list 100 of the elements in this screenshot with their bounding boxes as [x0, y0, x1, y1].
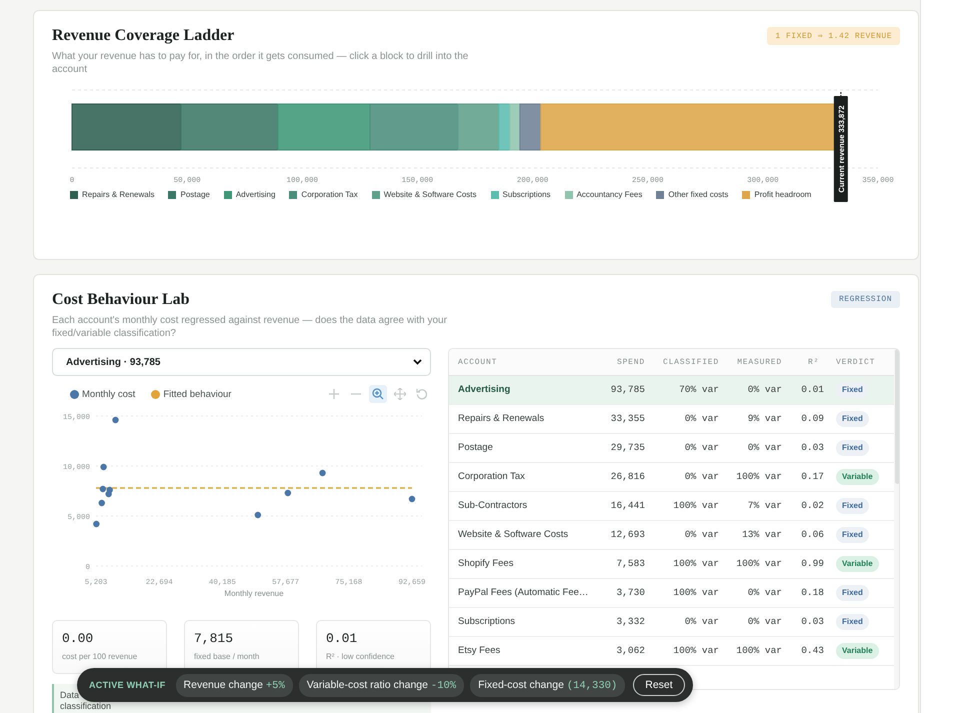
table-cell: 0% var	[649, 608, 723, 636]
table-cell: 3,062	[599, 636, 649, 666]
verdict-tag: Variable	[836, 643, 879, 659]
table-cell: 12,693	[599, 520, 649, 550]
table-cell: Subscriptions	[449, 608, 599, 636]
scenario-chip[interactable]: Variable-cost ratio change -10%	[298, 674, 464, 696]
data-point	[319, 470, 326, 476]
table-cell: 100% var	[649, 492, 723, 520]
table-cell: 0% var	[723, 434, 786, 462]
table-row[interactable]: Sub-Contractors 16,441 100% var 7% var 0.02 Fixed	[449, 492, 894, 520]
table-cell: PayPal Fees (Automatic Fee…	[449, 578, 599, 608]
table-cell: 70% var	[649, 376, 723, 404]
legend-label: Website & Software Costs	[384, 190, 477, 199]
verdict-tag: Fixed	[836, 614, 869, 630]
scenario-chip[interactable]: Revenue change +5%	[176, 674, 293, 696]
chart-tool-button[interactable]	[391, 385, 409, 403]
magnifier-icon	[372, 388, 384, 400]
verdict-tag: Variable	[836, 469, 879, 485]
legend-label: Advertising	[236, 190, 276, 199]
table-row[interactable]: Website & Software Costs 12,693 0% var 13% var 0.06 Fixed	[449, 520, 894, 550]
table-cell: 0.18	[786, 578, 828, 608]
table-cell: 16,441	[599, 492, 649, 520]
chart-tool-button[interactable]	[369, 385, 387, 403]
table-cell: 100% var	[723, 550, 786, 578]
stat-label: fixed base / month	[194, 652, 260, 661]
regression-badge: REGRESSION	[830, 291, 900, 308]
table-cell: 100% var	[723, 636, 786, 666]
card-title: Revenue Coverage Ladder	[52, 27, 236, 45]
table-cell: 0.43	[786, 636, 828, 666]
table-cell: 100% var	[649, 550, 723, 578]
table-cell: 93,785	[599, 376, 649, 404]
table-cell: 29,735	[599, 434, 649, 462]
ratio-badge: 1 FIXED ⇒ 1.42 REVENUE	[767, 27, 900, 45]
data-point	[408, 496, 416, 502]
column-header: VERDICT	[828, 349, 894, 376]
table-cell: Shopify Fees	[449, 550, 599, 578]
card-subtitle: What your revenue has to pay for, in the order it gets consumed — click a block to drill into the account	[52, 50, 470, 76]
legend-label: Repairs & Renewals	[82, 190, 154, 199]
table-cell: 100% var	[649, 578, 723, 608]
table-cell: 0.01	[786, 376, 828, 404]
reset-button[interactable]: Reset	[633, 674, 685, 696]
table-cell: 0% var	[723, 376, 786, 404]
table-cell: 0.06	[786, 520, 828, 550]
table-row[interactable]: Advertising 93,785 70% var 0% var 0.01 Fixed	[449, 376, 894, 404]
table-cell: 0.03	[786, 608, 828, 636]
table-row[interactable]: Repairs & Renewals 33,355 0% var 9% var 0.09 Fixed	[449, 404, 894, 434]
table-cell: Corporation Tax	[449, 462, 599, 492]
table-row[interactable]: Postage 29,735 0% var 0% var 0.03 Fixed	[449, 434, 894, 462]
data-point	[112, 416, 119, 424]
reset-icon	[416, 388, 428, 400]
move-icon	[394, 388, 406, 400]
axis-label: Monthly revenue	[224, 589, 284, 598]
table-cell: 33,355	[599, 404, 649, 434]
card-subtitle: Each account's monthly cost regressed against revenue — does the data agree with your fixed/variable classification?	[52, 314, 448, 340]
verdict-tag: Variable	[836, 556, 879, 572]
table-row[interactable]: PayPal Fees (Automatic Fee… 3,730 100% var 0% var 0.18 Fixed	[449, 578, 894, 608]
table-row[interactable]: Shopify Fees 7,583 100% var 100% var 0.99 Variable	[449, 550, 894, 578]
table-cell: Etsy Fees	[449, 636, 599, 666]
verdict-tag: Fixed	[836, 411, 869, 427]
verdict-tag: Fixed	[836, 382, 869, 398]
table-cell: 0.02	[786, 492, 828, 520]
table-cell: Website & Software Costs	[449, 520, 599, 550]
table-cell: 0.09	[786, 404, 828, 434]
table-cell: 13% var	[723, 520, 786, 550]
scenario-chip[interactable]: Fixed-cost change (14,330)	[470, 674, 626, 696]
legend-label: Profit headroom	[754, 190, 812, 199]
table-cell: 0% var	[649, 462, 723, 492]
legend-label: Postage	[180, 190, 210, 199]
verdict-note: Data	[60, 690, 80, 701]
table-cell: 3,730	[599, 578, 649, 608]
account-select[interactable]: Advertising · 93,785	[52, 348, 431, 376]
table-cell: 100% var	[649, 636, 723, 666]
table-cell: 7% var	[723, 492, 786, 520]
column-header: ACCOUNT	[449, 349, 599, 376]
data-point	[98, 500, 105, 506]
legend-label: Monthly cost	[82, 388, 136, 400]
table-cell: 0.17	[786, 462, 828, 492]
table-row[interactable]: Corporation Tax 26,816 0% var 100% var 0.17 Variable	[449, 462, 894, 492]
table-cell: 0% var	[649, 404, 723, 434]
table-cell: 0% var	[649, 520, 723, 550]
table-cell: 7,583	[599, 550, 649, 578]
table-cell: 0.99	[786, 550, 828, 578]
column-header: MEASURED	[723, 349, 786, 376]
stat-value: 7,815	[194, 631, 234, 646]
data-point	[254, 512, 262, 518]
table-cell: 100% var	[723, 462, 786, 492]
verdict-tag: Fixed	[836, 440, 869, 456]
table-cell: Sub-Contractors	[449, 492, 599, 520]
stat-label: cost per 100 revenue	[62, 652, 138, 661]
legend-label: Other fixed costs	[668, 190, 728, 199]
card-title: Cost Behaviour Lab	[52, 291, 191, 309]
verdict-note: classification	[60, 701, 112, 712]
table-row[interactable]: Subscriptions 3,332 0% var 0% var 0.03 Fixed	[449, 608, 894, 636]
legend-label: Corporation Tax	[301, 190, 358, 199]
table-row[interactable]: Etsy Fees 3,062 100% var 100% var 0.43 Variable	[449, 636, 894, 666]
table-cell: 0.03	[786, 434, 828, 462]
legend-label: Accountancy Fees	[576, 190, 642, 199]
column-header: R²	[786, 349, 828, 376]
column-header: CLASSIFIED	[649, 349, 723, 376]
stat-value: 0.01	[326, 631, 358, 646]
